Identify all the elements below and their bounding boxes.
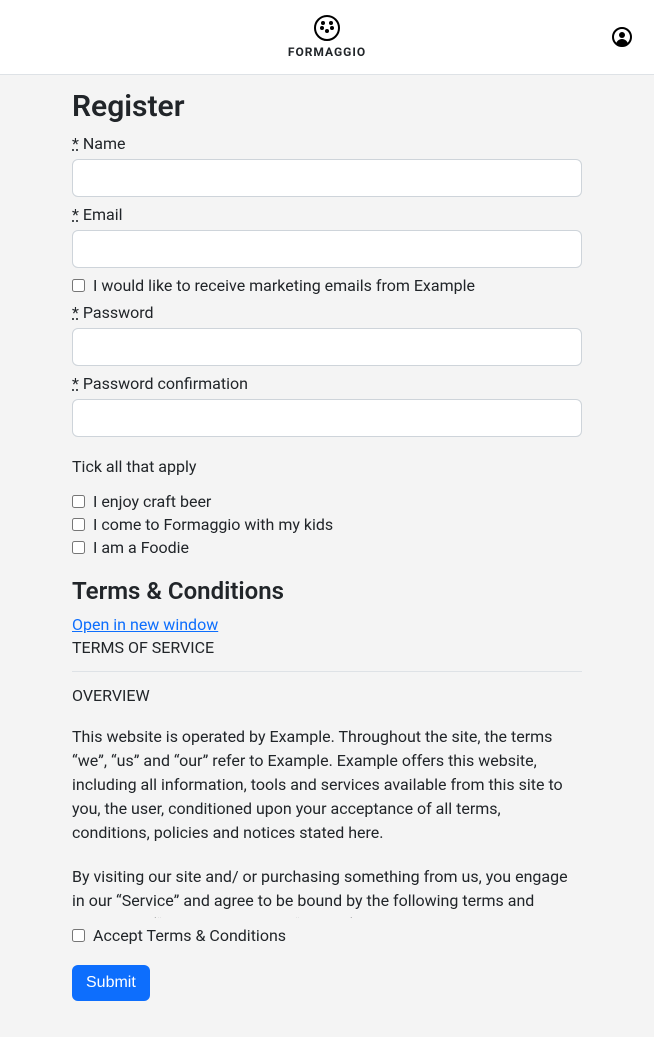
accept-terms-row: Accept Terms & Conditions (72, 926, 582, 945)
header: FORMAGGIO (0, 0, 654, 75)
email-label: * Email (72, 205, 582, 224)
required-mark: * (72, 205, 79, 224)
marketing-label: I would like to receive marketing emails… (93, 276, 475, 295)
required-mark: * (72, 134, 79, 153)
password-label: * Password (72, 303, 582, 322)
option-row: I come to Formaggio with my kids (72, 515, 582, 534)
terms-paragraph: By visiting our site and/ or purchasing … (72, 865, 582, 918)
accept-terms-label: Accept Terms & Conditions (93, 926, 286, 945)
submit-button[interactable]: Submit (72, 965, 150, 1001)
terms-paragraph: This website is operated by Example. Thr… (72, 725, 582, 845)
password-confirm-label: * Password confirmation (72, 374, 582, 393)
overview-title: OVERVIEW (72, 686, 582, 705)
option-checkbox-beer[interactable] (72, 495, 85, 508)
option-label: I enjoy craft beer (93, 492, 211, 511)
email-input[interactable] (72, 230, 582, 268)
required-mark: * (72, 303, 79, 322)
password-confirm-input[interactable] (72, 399, 582, 437)
options-group: I enjoy craft beer I come to Formaggio w… (72, 492, 582, 557)
terms-content: TERMS OF SERVICE OVERVIEW This website i… (72, 638, 582, 918)
name-label-text: Name (83, 134, 126, 153)
email-group: * Email (72, 205, 582, 268)
name-label: * Name (72, 134, 582, 153)
name-group: * Name (72, 134, 582, 197)
email-label-text: Email (83, 205, 123, 224)
option-label: I come to Formaggio with my kids (93, 515, 333, 534)
option-checkbox-kids[interactable] (72, 518, 85, 531)
accept-terms-checkbox[interactable] (72, 929, 85, 942)
marketing-checkbox-row: I would like to receive marketing emails… (72, 276, 582, 295)
brand-name: FORMAGGIO (288, 45, 366, 59)
option-row: I am a Foodie (72, 538, 582, 557)
password-group: * Password (72, 303, 582, 366)
option-label: I am a Foodie (93, 538, 189, 557)
password-confirm-label-text: Password confirmation (83, 374, 248, 393)
name-input[interactable] (72, 159, 582, 197)
open-terms-link[interactable]: Open in new window (72, 615, 218, 634)
required-mark: * (72, 374, 79, 393)
password-confirm-group: * Password confirmation (72, 374, 582, 437)
marketing-checkbox[interactable] (72, 279, 85, 292)
terms-heading: Terms & Conditions (72, 577, 582, 605)
terms-service-title: TERMS OF SERVICE (72, 638, 582, 657)
page-title: Register (72, 89, 582, 124)
user-icon[interactable] (612, 27, 632, 47)
divider (72, 671, 582, 672)
password-input[interactable] (72, 328, 582, 366)
option-row: I enjoy craft beer (72, 492, 582, 511)
main-content: Register * Name * Email I would like to … (72, 75, 582, 1021)
pizza-icon (314, 15, 340, 41)
logo[interactable]: FORMAGGIO (288, 15, 366, 59)
option-checkbox-foodie[interactable] (72, 541, 85, 554)
tick-label: Tick all that apply (72, 457, 582, 476)
password-label-text: Password (83, 303, 154, 322)
